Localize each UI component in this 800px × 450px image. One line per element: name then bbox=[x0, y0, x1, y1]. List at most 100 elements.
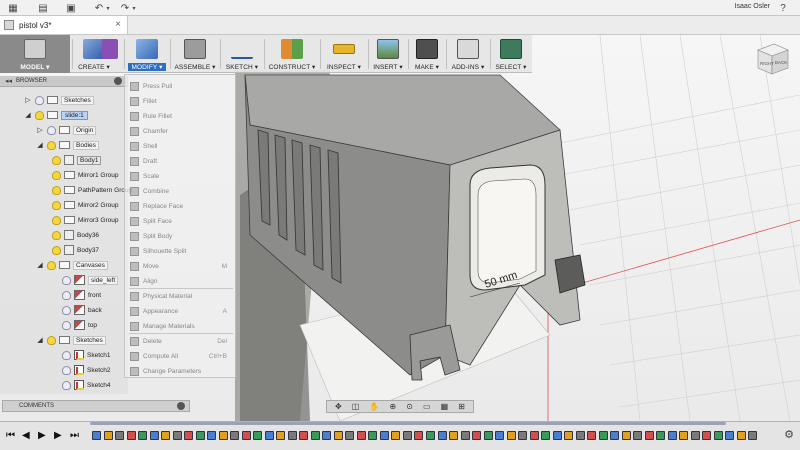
collapse-icon[interactable]: ◢ bbox=[36, 336, 44, 344]
collapse-browser-icon[interactable]: ◂◂ bbox=[5, 77, 12, 85]
timeline-feature-icon[interactable] bbox=[587, 431, 597, 440]
modify-menu-item[interactable]: Silhouette Split bbox=[125, 244, 237, 258]
modify-menu-item[interactable]: Delete Del bbox=[125, 334, 237, 348]
step-forward-icon[interactable]: ▶ bbox=[54, 430, 62, 441]
tree-row[interactable]: front bbox=[62, 288, 101, 302]
timeline-feature-icon[interactable] bbox=[449, 431, 459, 440]
inspect-menu[interactable]: INSPECT ▾ bbox=[322, 35, 366, 73]
timeline-feature-icon[interactable] bbox=[103, 431, 113, 440]
visibility-bulb-icon[interactable] bbox=[52, 200, 61, 210]
timeline-feature-icon[interactable] bbox=[426, 431, 435, 440]
timeline-feature-icon[interactable] bbox=[310, 431, 320, 440]
skip-to-end-icon[interactable]: ⏭ bbox=[70, 430, 79, 441]
display-settings-icon[interactable]: ▭ bbox=[423, 402, 431, 411]
timeline-feature-icon[interactable] bbox=[345, 431, 355, 440]
tree-row[interactable]: ▷ Origin bbox=[36, 123, 97, 137]
timeline-feature-icon[interactable] bbox=[241, 431, 251, 440]
timeline-feature-icon[interactable] bbox=[195, 431, 205, 440]
collapse-icon[interactable]: ◢ bbox=[36, 141, 44, 149]
timeline-feature-icon[interactable] bbox=[333, 431, 343, 440]
modify-menu-item[interactable]: Physical Material bbox=[125, 289, 237, 303]
visibility-bulb-icon[interactable] bbox=[52, 170, 61, 180]
timeline-feature-icon[interactable] bbox=[564, 431, 574, 440]
timeline-feature-icon[interactable] bbox=[115, 431, 125, 440]
modify-menu-item[interactable]: Shell bbox=[125, 139, 237, 153]
timeline-feature-icon[interactable] bbox=[322, 431, 332, 440]
timeline-feature-icon[interactable] bbox=[621, 431, 631, 440]
tree-row[interactable]: top bbox=[62, 318, 97, 332]
tree-row[interactable]: ◢ Sketches bbox=[36, 333, 106, 347]
visibility-bulb-icon[interactable] bbox=[52, 185, 61, 195]
timeline-feature-icon[interactable] bbox=[276, 431, 286, 440]
timeline-feature-icon[interactable] bbox=[495, 431, 505, 440]
timeline-feature-icon[interactable] bbox=[483, 431, 493, 440]
browser-header[interactable]: ◂◂ BROWSER bbox=[0, 76, 128, 87]
collapse-icon[interactable]: ◢ bbox=[24, 111, 32, 119]
visibility-bulb-icon[interactable] bbox=[62, 290, 71, 300]
assemble-menu[interactable]: ASSEMBLE ▾ bbox=[172, 35, 218, 73]
tree-row[interactable]: Mirror3 Group bbox=[52, 213, 118, 227]
timeline-feature-icon[interactable] bbox=[138, 431, 148, 440]
timeline-feature-icon[interactable] bbox=[552, 431, 562, 440]
grid-settings-icon[interactable]: ▦ bbox=[441, 402, 449, 411]
comments-panel[interactable]: COMMENTS bbox=[2, 400, 190, 412]
visibility-bulb-icon[interactable] bbox=[62, 365, 71, 375]
visibility-bulb-icon[interactable] bbox=[35, 110, 44, 120]
document-tab[interactable]: pistol v3* × bbox=[0, 16, 128, 35]
visibility-bulb-icon[interactable] bbox=[47, 335, 56, 345]
help-icon[interactable]: ? bbox=[776, 1, 790, 15]
timeline-feature-icon[interactable] bbox=[253, 431, 263, 440]
modify-menu-item[interactable]: Combine bbox=[125, 184, 237, 198]
addins-menu[interactable]: ADD-INS ▾ bbox=[448, 35, 488, 73]
timeline-feature-icon[interactable] bbox=[541, 431, 551, 440]
tree-row[interactable]: ◢ Canvases bbox=[36, 258, 108, 272]
visibility-bulb-icon[interactable] bbox=[52, 245, 61, 255]
timeline-feature-icon[interactable] bbox=[667, 431, 677, 440]
modify-menu-item[interactable]: Manage Materials bbox=[125, 319, 237, 333]
tree-row[interactable]: Sketch1 bbox=[62, 348, 111, 362]
look-at-icon[interactable]: ◫ bbox=[352, 402, 360, 411]
timeline-feature-icon[interactable] bbox=[679, 431, 689, 440]
visibility-bulb-icon[interactable] bbox=[62, 305, 71, 315]
timeline-feature-icon[interactable] bbox=[460, 431, 470, 440]
select-menu[interactable]: SELECT ▾ bbox=[492, 35, 530, 73]
timeline-feature-icon[interactable] bbox=[529, 431, 539, 440]
visibility-bulb-icon[interactable] bbox=[35, 95, 44, 105]
timeline-feature-icon[interactable] bbox=[748, 431, 758, 440]
timeline-feature-icon[interactable] bbox=[713, 431, 723, 440]
modify-menu-item[interactable]: Move M bbox=[125, 259, 237, 273]
tree-row[interactable]: Sketch4 bbox=[62, 378, 111, 392]
tree-row[interactable]: ◢ Bodies bbox=[36, 138, 99, 152]
modify-menu-item[interactable]: Fillet bbox=[125, 94, 237, 108]
visibility-bulb-icon[interactable] bbox=[47, 125, 56, 135]
visibility-bulb-icon[interactable] bbox=[52, 155, 61, 165]
step-back-icon[interactable]: ◀ bbox=[22, 430, 30, 441]
timeline-feature-icon[interactable] bbox=[414, 431, 424, 440]
view-cube[interactable]: RIGHT BACK bbox=[752, 40, 792, 80]
timeline-feature-icon[interactable] bbox=[207, 431, 217, 440]
timeline-feature-icon[interactable] bbox=[379, 431, 389, 440]
timeline-feature-icon[interactable] bbox=[518, 431, 528, 440]
expand-icon[interactable]: ▷ bbox=[36, 126, 44, 134]
tree-row[interactable]: Body36 bbox=[52, 228, 99, 242]
create-form-button[interactable] bbox=[98, 35, 122, 73]
modify-menu-item[interactable]: Split Body bbox=[125, 229, 237, 243]
tree-row[interactable]: Sketch2 bbox=[62, 363, 111, 377]
timeline-feature-icon[interactable] bbox=[161, 431, 171, 440]
timeline-feature-icon[interactable] bbox=[149, 431, 159, 440]
timeline-feature-icon[interactable] bbox=[506, 431, 516, 440]
timeline-feature-icon[interactable] bbox=[218, 431, 228, 440]
modify-menu-item[interactable]: Rule Fillet bbox=[125, 109, 237, 123]
timeline-feature-icon[interactable] bbox=[644, 431, 654, 440]
timeline-feature-icon[interactable] bbox=[690, 431, 700, 440]
modify-menu-item[interactable]: Align bbox=[125, 274, 237, 288]
visibility-bulb-icon[interactable] bbox=[47, 260, 56, 270]
visibility-bulb-icon[interactable] bbox=[62, 320, 71, 330]
modify-menu-item[interactable]: Press Pull bbox=[125, 79, 237, 93]
timeline-feature-icon[interactable] bbox=[264, 431, 274, 440]
timeline-feature-icon[interactable] bbox=[633, 431, 643, 440]
tree-row[interactable]: ▷ Sketches bbox=[24, 93, 94, 107]
user-name[interactable]: Isaac Osler bbox=[735, 3, 770, 10]
timeline-feature-icon[interactable] bbox=[299, 431, 309, 440]
timeline-feature-icon[interactable] bbox=[402, 431, 412, 440]
